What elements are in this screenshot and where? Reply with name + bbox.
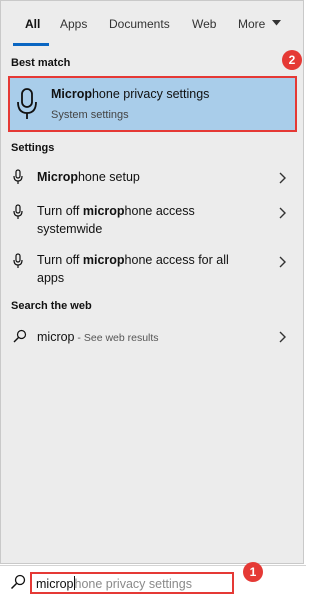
label-match: microp xyxy=(82,253,125,267)
caret-down-icon xyxy=(271,20,281,26)
label-suffix: hone setup xyxy=(77,170,140,184)
tab-all[interactable]: All xyxy=(25,17,40,31)
label-suffix: hone access for all xyxy=(124,253,229,267)
tab-documents[interactable]: Documents xyxy=(109,17,170,31)
best-match-heading: Best match xyxy=(11,57,71,69)
settings-item-microphone-access-all-apps[interactable]: Turn off microphone access for all apps xyxy=(1,249,303,289)
tab-apps[interactable]: Apps xyxy=(60,17,87,31)
label-prefix: Turn off xyxy=(37,253,83,267)
settings-item-label: Turn off microphone access systemwide xyxy=(37,202,195,238)
search-tabs: All Apps Documents Web More xyxy=(1,1,303,47)
search-icon xyxy=(13,329,27,343)
label-line2: apps xyxy=(37,271,65,285)
microphone-icon xyxy=(13,169,23,184)
label-prefix: Turn off xyxy=(37,204,83,218)
web-result-query: microp xyxy=(37,330,75,344)
tab-more[interactable]: More xyxy=(238,17,281,31)
annotation-badge-2: 2 xyxy=(282,50,302,70)
settings-item-microphone-access-systemwide[interactable]: Turn off microphone access systemwide xyxy=(1,200,303,240)
microphone-icon xyxy=(13,204,23,219)
search-results-panel: All Apps Documents Web More Best match M… xyxy=(0,0,304,564)
web-result-label: microp - See web results xyxy=(37,330,159,344)
tab-more-label: More xyxy=(238,17,266,31)
settings-item-label: Microphone setup xyxy=(37,168,140,186)
search-icon xyxy=(10,574,26,590)
settings-heading: Settings xyxy=(11,142,55,154)
active-tab-indicator xyxy=(13,43,49,46)
search-web-heading: Search the web xyxy=(11,300,92,312)
search-autocomplete-text: hone privacy settings xyxy=(74,577,192,591)
chevron-right-icon xyxy=(279,172,286,184)
settings-item-microphone-setup[interactable]: Microphone setup xyxy=(1,165,303,191)
annotation-badge-1: 1 xyxy=(243,562,263,582)
chevron-right-icon xyxy=(279,256,286,268)
settings-item-label: Turn off microphone access for all apps xyxy=(37,251,229,287)
search-input[interactable]: microphone privacy settings xyxy=(36,576,192,591)
search-typed-text: microp xyxy=(36,577,74,591)
web-result-hint: - See web results xyxy=(74,332,159,344)
label-match: microp xyxy=(82,204,125,218)
label-line2: systemwide xyxy=(37,222,103,236)
chevron-right-icon xyxy=(279,331,286,343)
label-suffix: hone access xyxy=(124,204,195,218)
label-match: Microp xyxy=(37,170,78,184)
tab-web[interactable]: Web xyxy=(192,17,216,31)
microphone-icon xyxy=(13,253,23,268)
annotation-box-best-match xyxy=(8,76,297,132)
chevron-right-icon xyxy=(279,207,286,219)
